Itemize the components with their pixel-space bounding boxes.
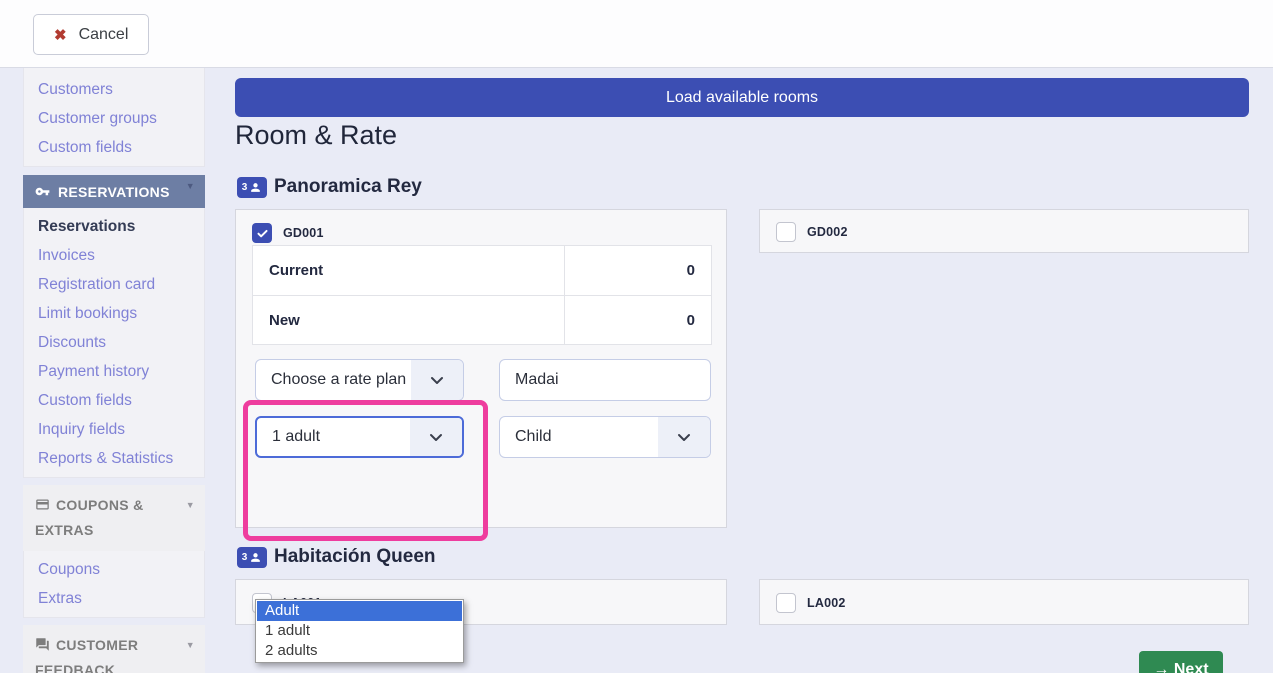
- child-count-select[interactable]: Child: [499, 416, 711, 458]
- room-type-header-habitacion-queen: 3 Habitación Queen: [237, 546, 436, 568]
- sidebar-section-label: RESERVATIONS: [58, 184, 170, 200]
- sidebar-group-reservations: Reservations Invoices Registration card …: [23, 208, 205, 478]
- load-available-rooms-button[interactable]: Load available rooms: [235, 78, 1249, 117]
- room-code-label: LA002: [807, 596, 846, 610]
- adult-select-value: 1 adult: [257, 428, 410, 446]
- sidebar-item-payment-history[interactable]: Payment history: [24, 357, 204, 386]
- sidebar-item-invoices[interactable]: Invoices: [24, 241, 204, 270]
- sidebar-item-discounts[interactable]: Discounts: [24, 328, 204, 357]
- sidebar-item-registration-card[interactable]: Registration card: [24, 270, 204, 299]
- room-card-gd001: GD001 Current 0 New 0 Choose a rate plan: [235, 209, 727, 528]
- cancel-button[interactable]: ✖ Cancel: [33, 14, 149, 55]
- chevron-down-icon: [411, 360, 463, 400]
- arrow-right-icon: →: [1153, 661, 1169, 673]
- sidebar-item-extras[interactable]: Extras: [24, 584, 204, 613]
- room-type-name: Habitación Queen: [274, 546, 436, 568]
- room-code-label: GD002: [807, 225, 848, 239]
- room-code-label: GD001: [283, 226, 324, 240]
- occupancy-count: 3: [242, 182, 248, 193]
- room-card-gd002: GD002: [759, 209, 1249, 253]
- room-checkbox-la002[interactable]: [776, 593, 796, 613]
- rate-plan-select[interactable]: Choose a rate plan: [255, 359, 464, 401]
- room-checkbox-gd002[interactable]: [776, 222, 796, 242]
- rate-plan-select-value: Choose a rate plan: [256, 371, 411, 389]
- sidebar-section-coupons-extras[interactable]: COUPONS & EXTRAS ▼: [23, 485, 205, 551]
- chevron-down-icon: ▼: [186, 181, 195, 191]
- app-window: ✖ Cancel Customers Customer groups Custo…: [0, 0, 1273, 673]
- row-label: New: [253, 296, 564, 344]
- table-row: New 0: [253, 295, 711, 344]
- row-value: 0: [564, 296, 711, 344]
- adult-select-dropdown: Adult 1 adult 2 adults: [255, 599, 464, 663]
- room-type-header-panoramica-rey: 3 Panoramica Rey: [237, 176, 422, 198]
- sidebar-item-custom-fields-2[interactable]: Custom fields: [24, 386, 204, 415]
- sidebar-section-customer-feedback[interactable]: CUSTOMER FEEDBACK ▼: [23, 625, 205, 673]
- row-value: 0: [564, 246, 711, 295]
- card-icon: [35, 493, 56, 518]
- chevron-down-icon: [410, 418, 462, 456]
- sidebar-section-reservations[interactable]: RESERVATIONS ▼: [23, 175, 205, 208]
- occupancy-badge: 3: [237, 177, 267, 198]
- room-card-la002: LA002: [759, 579, 1249, 625]
- sidebar-item-custom-fields[interactable]: Custom fields: [24, 133, 204, 162]
- room-type-name: Panoramica Rey: [274, 176, 422, 198]
- dropdown-option-2-adults[interactable]: 2 adults: [257, 641, 462, 661]
- sidebar-item-reservations[interactable]: Reservations: [24, 212, 204, 241]
- occupancy-table: Current 0 New 0: [252, 245, 712, 345]
- dropdown-option-1-adult[interactable]: 1 adult: [257, 621, 462, 641]
- next-button[interactable]: → Next: [1139, 651, 1223, 673]
- occupancy-count: 3: [242, 552, 248, 563]
- person-icon: [249, 551, 262, 564]
- sidebar-group-customers: Customers Customer groups Custom fields: [23, 68, 205, 167]
- close-icon: ✖: [54, 26, 67, 44]
- sidebar-item-customer-groups[interactable]: Customer groups: [24, 104, 204, 133]
- sidebar: Customers Customer groups Custom fields …: [23, 68, 205, 673]
- room-checkbox-gd001[interactable]: [252, 223, 272, 243]
- occupancy-badge: 3: [237, 547, 267, 568]
- sidebar-item-coupons[interactable]: Coupons: [24, 555, 204, 584]
- chevron-down-icon: ▼: [186, 493, 195, 518]
- key-icon: [35, 184, 50, 199]
- dropdown-option-adult[interactable]: Adult: [257, 601, 462, 621]
- chat-icon: [35, 633, 56, 658]
- sidebar-item-inquiry-fields[interactable]: Inquiry fields: [24, 415, 204, 444]
- person-icon: [249, 181, 262, 194]
- table-row: Current 0: [253, 246, 711, 295]
- chevron-down-icon: ▼: [186, 633, 195, 658]
- rate-plan-name-input[interactable]: [499, 359, 711, 401]
- page-title: Room & Rate: [235, 120, 397, 151]
- cancel-label: Cancel: [79, 26, 129, 44]
- row-label: Current: [253, 246, 564, 295]
- top-toolbar: ✖ Cancel: [0, 0, 1273, 68]
- sidebar-group-coupons: Coupons Extras: [23, 551, 205, 618]
- adult-count-select[interactable]: 1 adult: [255, 416, 464, 458]
- sidebar-item-customers[interactable]: Customers: [24, 75, 204, 104]
- sidebar-item-reports-statistics[interactable]: Reports & Statistics: [24, 444, 204, 473]
- chevron-down-icon: [658, 417, 710, 457]
- next-button-label: Next: [1174, 661, 1209, 673]
- check-icon: [256, 227, 269, 240]
- sidebar-item-limit-bookings[interactable]: Limit bookings: [24, 299, 204, 328]
- child-select-value: Child: [500, 428, 658, 446]
